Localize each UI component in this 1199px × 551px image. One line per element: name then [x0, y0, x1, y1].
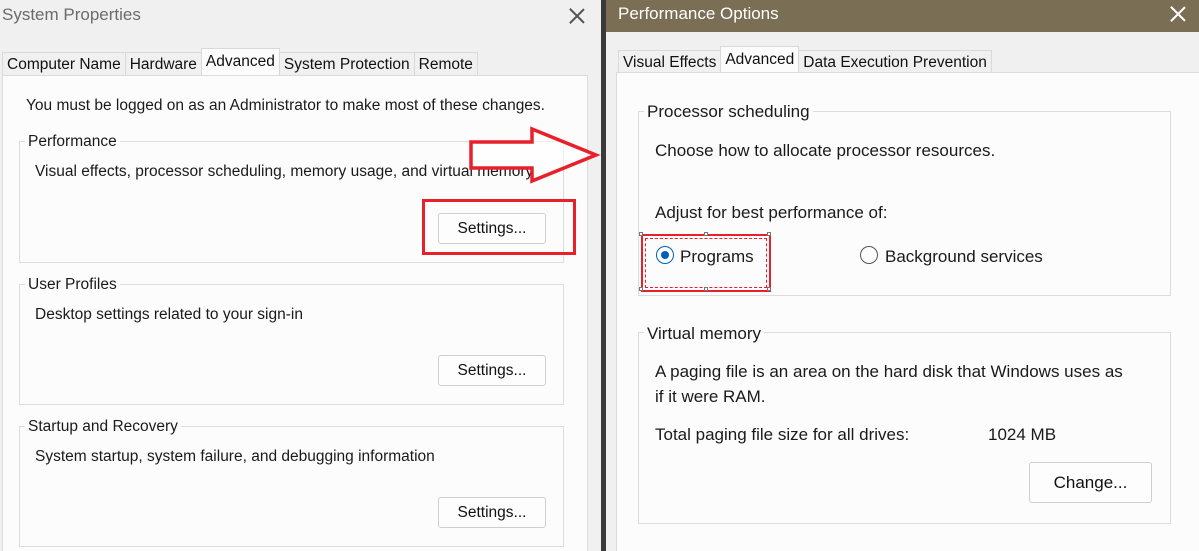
background-services-radio[interactable]: [860, 246, 878, 264]
window-title: Performance Options: [618, 4, 779, 23]
close-icon[interactable]: [1168, 4, 1188, 24]
tab-computer-name[interactable]: Computer Name: [2, 52, 126, 76]
background-services-radio-label[interactable]: Background services: [885, 247, 1043, 267]
performance-group-title: Performance: [25, 133, 120, 151]
user-profiles-group-title: User Profiles: [25, 276, 120, 294]
virtual-memory-description-line1: A paging file is an area on the hard dis…: [655, 362, 1123, 381]
close-icon[interactable]: [567, 6, 587, 26]
processor-scheduling-description: Choose how to allocate processor resourc…: [655, 141, 996, 160]
tab-advanced[interactable]: Advanced: [200, 48, 280, 76]
startup-recovery-description: System startup, system failure, and debu…: [35, 448, 435, 465]
tab-bar: Visual Effects Advanced Data Execution P…: [618, 46, 992, 74]
selection-handle: [639, 287, 643, 291]
change-virtual-memory-button[interactable]: Change...: [1029, 462, 1152, 503]
window-title: System Properties: [2, 5, 141, 24]
system-properties-window: System Properties Computer Name Hardware…: [0, 0, 601, 551]
tab-system-protection[interactable]: System Protection: [278, 52, 415, 76]
virtual-memory-description-line2: if it were RAM.: [655, 387, 766, 406]
selection-handle: [704, 287, 708, 291]
user-profiles-description: Desktop settings related to your sign-in: [35, 306, 303, 323]
selection-handle: [639, 232, 643, 236]
tab-hardware[interactable]: Hardware: [124, 52, 202, 76]
startup-recovery-group-title: Startup and Recovery: [25, 418, 181, 436]
user-profiles-settings-button[interactable]: Settings...: [438, 355, 546, 386]
adjust-performance-label: Adjust for best performance of:: [655, 203, 888, 222]
total-paging-value: 1024 MB: [988, 425, 1057, 444]
processor-scheduling-title: Processor scheduling: [644, 102, 813, 122]
startup-recovery-settings-button[interactable]: Settings...: [438, 497, 546, 528]
selection-handle: [767, 287, 771, 291]
performance-settings-button[interactable]: Settings...: [438, 213, 546, 244]
focus-rectangle: [645, 238, 767, 288]
virtual-memory-title: Virtual memory: [644, 324, 764, 344]
performance-options-titlebar: Performance Options: [606, 0, 1199, 32]
tab-remote[interactable]: Remote: [413, 52, 478, 76]
tab-bar: Computer Name Hardware Advanced System P…: [2, 48, 478, 76]
total-paging-label: Total paging file size for all drives:: [655, 425, 910, 444]
selection-handle: [767, 232, 771, 236]
user-profiles-group: [19, 284, 564, 405]
performance-description: Visual effects, processor scheduling, me…: [35, 163, 534, 180]
selection-handle: [704, 232, 708, 236]
arrow-right-icon: [469, 126, 601, 184]
system-properties-titlebar: System Properties: [0, 0, 601, 32]
tab-data-execution-prevention[interactable]: Data Execution Prevention: [798, 50, 992, 74]
tab-advanced[interactable]: Advanced: [720, 46, 800, 74]
admin-note: You must be logged on as an Administrato…: [26, 97, 545, 114]
startup-recovery-group: [19, 426, 564, 547]
tab-visual-effects[interactable]: Visual Effects: [618, 50, 722, 74]
